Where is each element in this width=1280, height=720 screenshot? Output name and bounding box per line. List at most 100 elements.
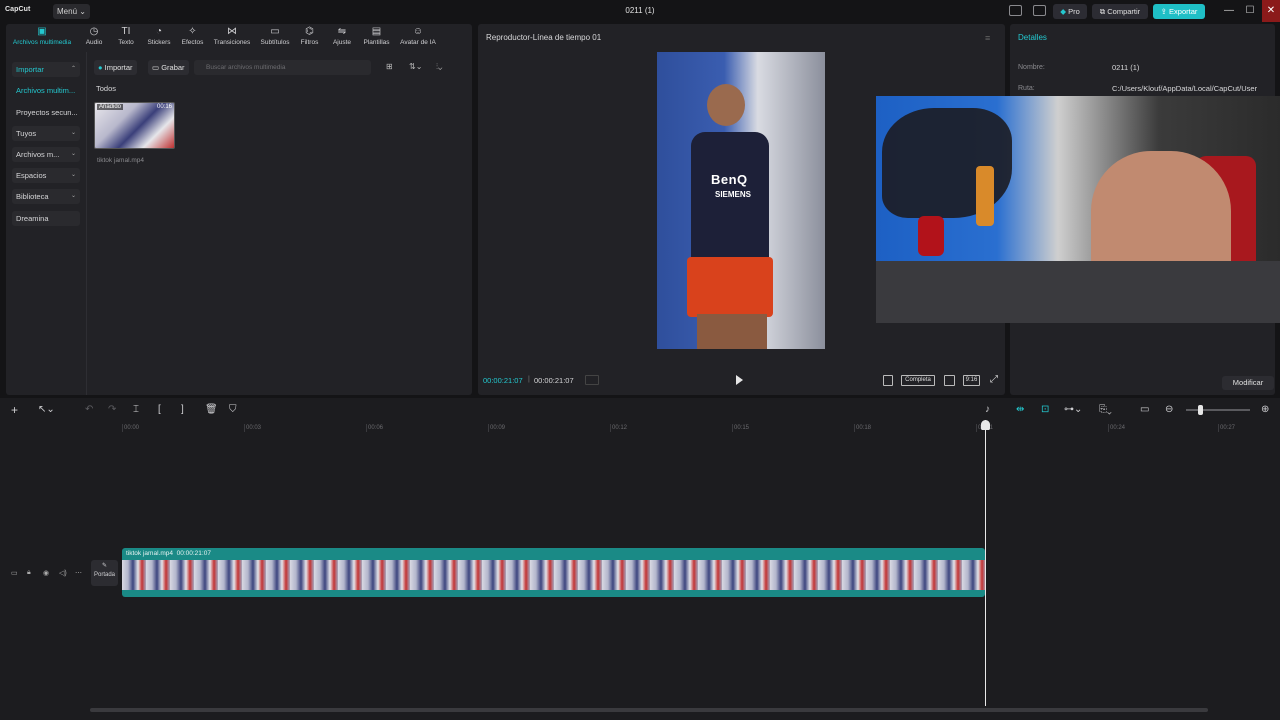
magnet-link-icon[interactable]: ⇹: [1016, 405, 1024, 415]
select-tool-icon[interactable]: ↖⌄: [38, 405, 55, 415]
playhead-handle[interactable]: [981, 420, 990, 430]
ruler-tick: 00:03: [243, 424, 262, 432]
link-icon[interactable]: ⊶⌄: [1064, 405, 1082, 415]
fullscreen-icon[interactable]: ⤢: [990, 374, 998, 385]
maximize-button[interactable]: ☐: [1243, 4, 1257, 18]
timeline-ruler[interactable]: 00:00 00:03 00:06 00:09 00:12 00:15 00:1…: [121, 422, 1280, 434]
sidebar-item-proyectos[interactable]: Proyectos secun...: [12, 105, 80, 120]
sort-icon[interactable]: ⇅⌄: [409, 62, 422, 71]
add-track-icon[interactable]: +: [11, 404, 18, 416]
close-button[interactable]: ✕: [1262, 0, 1280, 22]
lock-icon[interactable]: 🔒︎: [27, 569, 31, 577]
ratio-button[interactable]: Completa: [901, 375, 935, 386]
screenshot-icon[interactable]: [944, 375, 955, 386]
tab-filtros[interactable]: ⌬ Filtros: [298, 26, 321, 47]
sidebar-item-importar[interactable]: Importar ⌃: [12, 62, 80, 77]
export-button[interactable]: ⇪ Exportar: [1153, 4, 1205, 19]
crop-icon[interactable]: [883, 375, 893, 386]
split-icon[interactable]: ⌶: [133, 405, 139, 415]
record-button[interactable]: ▭ Grabar: [148, 60, 189, 75]
video-preview[interactable]: BenQ SIEMENS: [657, 52, 825, 349]
timeline-scrollbar[interactable]: [90, 708, 1208, 712]
import-button[interactable]: ● Importar: [94, 60, 137, 75]
snap-icon[interactable]: ⊡: [1041, 405, 1049, 415]
pro-button[interactable]: ◆ Pro: [1053, 4, 1087, 19]
more-options-icon[interactable]: ⋯: [75, 569, 82, 577]
preview-person-shorts: [687, 257, 773, 317]
tab-ajuste[interactable]: ⇋ Ajuste: [330, 27, 354, 47]
ruler-tick: 00:09: [487, 424, 506, 432]
tab-label: Filtros: [300, 39, 319, 46]
tab-label: Audio: [85, 39, 103, 46]
added-badge: Añadido: [97, 104, 124, 110]
tab-stickers[interactable]: ◔ Stickers: [145, 27, 173, 47]
sidebar-item-label: Archivos m...: [16, 150, 60, 159]
minimize-button[interactable]: —: [1222, 4, 1236, 18]
ruler-tick: 00:18: [853, 424, 872, 432]
sidebar-item-dreamina[interactable]: Dreamina: [12, 211, 80, 226]
tab-audio[interactable]: ◷ Audio: [82, 27, 106, 47]
tab-label: Ajuste: [332, 39, 352, 46]
screen-icon[interactable]: ▭: [1140, 405, 1149, 415]
volume-icon[interactable]: ◁): [59, 569, 67, 577]
layout-icon[interactable]: [1009, 5, 1022, 16]
clip-name: tiktok jamal.mp4: [126, 550, 173, 557]
total-timecode: 00:00:21:07: [534, 376, 574, 385]
tab-label: Efectos: [181, 39, 204, 46]
sidebar-item-biblioteca[interactable]: Biblioteca ⌄: [12, 189, 80, 204]
sidebar-item-tuyos[interactable]: Tuyos ⌄: [12, 126, 80, 141]
sidebar-item-archivos[interactable]: Archivos multim...: [12, 83, 80, 98]
tab-subtitulos[interactable]: ▭ Subtítulos: [257, 27, 293, 47]
video-clip[interactable]: tiktok jamal.mp4 00:00:21:07: [122, 548, 985, 597]
record-label: Grabar: [161, 63, 185, 72]
microphone-icon[interactable]: ♪: [985, 405, 990, 415]
tab-transiciones[interactable]: ⋈ Transiciones: [211, 27, 253, 47]
shortcuts-icon[interactable]: [1033, 5, 1046, 16]
filter-dropdown-icon[interactable]: ⫶⌄: [436, 62, 442, 72]
share-button[interactable]: ⧉ Compartir: [1092, 4, 1148, 19]
zoom-out-icon[interactable]: ⊖: [1165, 405, 1173, 415]
ruler-tick: 00:06: [365, 424, 384, 432]
preview-axis-icon[interactable]: ⎘⌄: [1099, 405, 1112, 415]
tab-efectos[interactable]: ✧ Efectos: [179, 27, 206, 47]
redo-icon[interactable]: ↷: [108, 405, 116, 415]
play-button[interactable]: [736, 375, 743, 385]
trim-right-icon[interactable]: ]: [181, 405, 184, 415]
tab-label: Stickers: [147, 39, 171, 46]
shirt-text: BenQ: [711, 172, 748, 187]
cover-label: Portada: [93, 572, 115, 578]
aspect-button[interactable]: 9:16: [963, 375, 980, 386]
ruler-tick: 00:15: [731, 424, 750, 432]
clip-duration: 00:00:21:07: [176, 550, 211, 557]
trim-left-icon[interactable]: [: [158, 405, 161, 415]
timeline-thumb-icon[interactable]: [585, 375, 599, 385]
sidebar-item-archivos-m[interactable]: Archivos m... ⌄: [12, 147, 80, 162]
webcam-bottle: [976, 166, 994, 226]
eye-icon[interactable]: ◉: [43, 569, 49, 577]
player-menu-icon[interactable]: ≡: [985, 33, 990, 43]
grid-view-icon[interactable]: ⊞: [386, 62, 393, 71]
filter-icon: ⌬: [305, 26, 314, 37]
tab-label: Texto: [118, 39, 134, 46]
sidebar-item-espacios[interactable]: Espacios ⌄: [12, 168, 80, 183]
pro-label: Pro: [1068, 7, 1080, 16]
camera-icon: ▭: [152, 63, 160, 72]
media-search-input[interactable]: Buscar archivos multimedia: [194, 60, 371, 75]
template-icon: ▤: [371, 26, 382, 37]
zoom-in-icon[interactable]: ⊕: [1261, 405, 1269, 415]
tab-avatar-ia[interactable]: ☺ Avatar de IA: [397, 27, 439, 47]
media-thumbnail[interactable]: Añadido 00:16: [94, 102, 175, 149]
undo-icon[interactable]: ↶: [85, 405, 93, 415]
cover-button[interactable]: ✎ Portada: [91, 560, 118, 586]
tab-plantillas[interactable]: ▤ Plantillas: [360, 26, 393, 47]
tab-texto[interactable]: TI Texto: [115, 27, 137, 47]
zoom-slider[interactable]: [1186, 409, 1250, 411]
track-thumb-toggle-icon[interactable]: ▭: [11, 569, 18, 577]
shield-icon[interactable]: ⛉: [229, 405, 237, 415]
project-title: 0211 (1): [625, 6, 655, 15]
tab-archivos-multimedia[interactable]: ▣ Archivos multimedia: [8, 27, 76, 47]
delete-icon[interactable]: 🗑: [205, 405, 218, 415]
modify-button[interactable]: Modificar: [1222, 376, 1274, 390]
zoom-slider-handle[interactable]: [1198, 405, 1203, 415]
playhead[interactable]: [985, 420, 986, 706]
